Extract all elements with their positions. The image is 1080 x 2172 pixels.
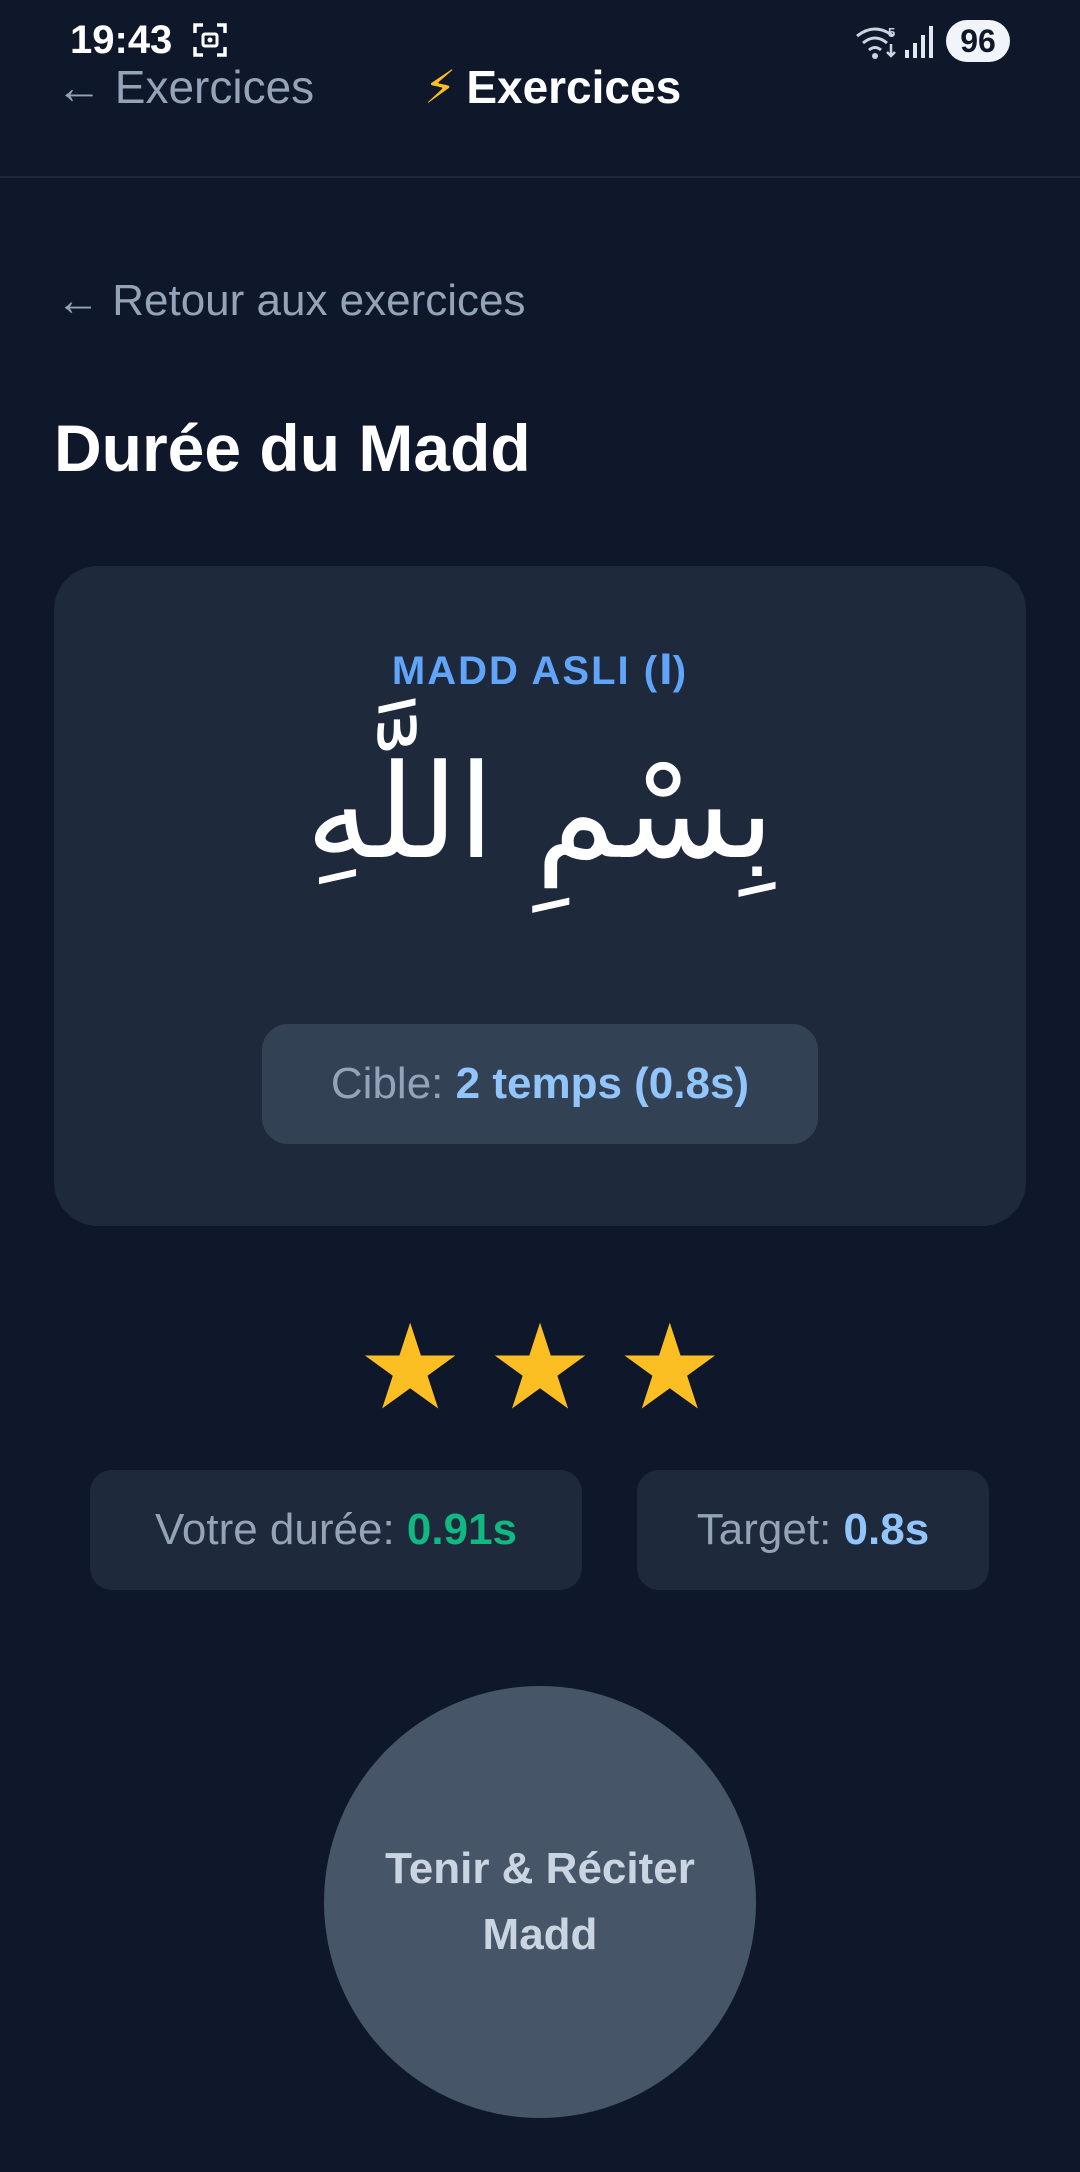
back-to-exercises-link[interactable]: ← Retour aux exercices [56,276,526,326]
target-value: 2 temps (0.8s) [455,1059,750,1108]
header-back-button[interactable]: ← Exercices [56,60,314,114]
your-duration-box: Votre durée: 0.91s [90,1470,582,1590]
header-title-text: Exercices [466,61,682,113]
star-icon: ★ [616,1298,723,1436]
star-icon: ★ [357,1298,464,1436]
your-duration-value: 0.91s [406,1505,518,1554]
madd-type-label: MADD ASLI (ا) [391,649,689,693]
exercise-card: MADD ASLI (ا) بِسْمِ اللَّهِ Cible: 2 te… [54,566,1026,1226]
star-rating: ★ ★ ★ [0,1298,1080,1436]
page-title: Durée du Madd [54,411,531,485]
target-pill: Cible: 2 temps (0.8s) [262,1024,818,1144]
app-header: ← Exercices ⚡ Exercices [0,50,1080,178]
arabic-verse: بِسْمِ اللَّهِ [305,736,775,888]
target-duration-label: Target: [696,1505,844,1554]
star-icon: ★ [487,1298,593,1436]
header-title: ⚡ Exercices [424,60,681,114]
your-duration-label: Votre durée: [154,1505,407,1554]
target-prefix: Cible: [330,1059,456,1108]
target-duration-value: 0.8s [843,1505,930,1554]
record-button-line2: Madd [482,1910,598,1959]
hold-to-recite-button[interactable]: Tenir & Réciter Madd [324,1686,756,2118]
lightning-icon: ⚡ [424,61,457,113]
record-button-line1: Tenir & Réciter [385,1844,695,1893]
target-duration-box: Target: 0.8s [637,1470,989,1590]
svg-text:5: 5 [888,25,895,40]
